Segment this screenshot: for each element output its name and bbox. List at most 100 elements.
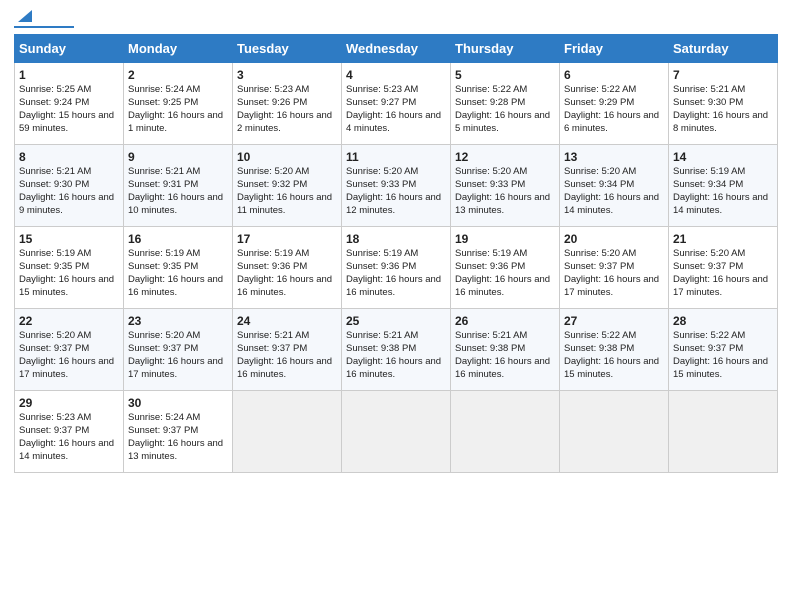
day-cell: 17Sunrise: 5:19 AMSunset: 9:36 PMDayligh…	[233, 227, 342, 309]
col-friday: Friday	[560, 35, 669, 63]
day-number: 28	[673, 313, 773, 329]
daylight-text: Daylight: 16 hours and 16 minutes.	[237, 356, 332, 380]
sunrise-text: Sunrise: 5:19 AM	[346, 248, 418, 259]
day-number: 17	[237, 231, 337, 247]
day-number: 8	[19, 149, 119, 165]
sunset-text: Sunset: 9:37 PM	[673, 343, 743, 354]
day-cell: 9Sunrise: 5:21 AMSunset: 9:31 PMDaylight…	[124, 145, 233, 227]
col-wednesday: Wednesday	[342, 35, 451, 63]
daylight-text: Daylight: 16 hours and 17 minutes.	[564, 274, 659, 298]
daylight-text: Daylight: 16 hours and 16 minutes.	[128, 274, 223, 298]
day-number: 22	[19, 313, 119, 329]
col-monday: Monday	[124, 35, 233, 63]
sunrise-text: Sunrise: 5:20 AM	[237, 166, 309, 177]
sunset-text: Sunset: 9:38 PM	[346, 343, 416, 354]
sunset-text: Sunset: 9:32 PM	[237, 179, 307, 190]
daylight-text: Daylight: 16 hours and 5 minutes.	[455, 110, 550, 134]
day-cell: 22Sunrise: 5:20 AM Sunset: 9:37 PM Dayligh…	[15, 309, 124, 391]
daylight-text: Daylight: 16 hours and 11 minutes.	[237, 192, 332, 216]
day-cell: 30Sunrise: 5:24 AM Sunset: 9:37 PM Dayligh…	[124, 391, 233, 473]
day-number: 30	[128, 395, 228, 411]
day-cell: 6Sunrise: 5:22 AMSunset: 9:29 PMDaylight…	[560, 63, 669, 145]
day-cell: 13Sunrise: 5:20 AM Sunset: 9:34 PM Dayligh…	[560, 145, 669, 227]
sunset-text: Sunset: 9:34 PM	[564, 179, 634, 190]
daylight-text: Daylight: 16 hours and 4 minutes.	[346, 110, 441, 134]
day-number: 20	[564, 231, 664, 247]
sunset-text: Sunset: 9:28 PM	[455, 97, 525, 108]
sunrise-text: Sunrise: 5:19 AM	[673, 166, 745, 177]
sunrise-text: Sunrise: 5:21 AM	[19, 166, 91, 177]
sunrise-text: Sunrise: 5:20 AM	[455, 166, 527, 177]
sunrise-text: Sunrise: 5:22 AM	[455, 84, 527, 95]
day-number: 21	[673, 231, 773, 247]
sunset-text: Sunset: 9:31 PM	[128, 179, 198, 190]
sunset-text: Sunset: 9:33 PM	[455, 179, 525, 190]
day-number: 9	[128, 149, 228, 165]
sunrise-text: Sunrise: 5:19 AM	[237, 248, 309, 259]
daylight-text: Daylight: 16 hours and 17 minutes.	[19, 356, 114, 380]
day-cell	[233, 391, 342, 473]
sunset-text: Sunset: 9:36 PM	[346, 261, 416, 272]
col-tuesday: Tuesday	[233, 35, 342, 63]
week-row-1: 1Sunrise: 5:25 AMSunset: 9:24 PMDaylight…	[15, 63, 778, 145]
day-cell: 15Sunrise: 5:19 AMSunset: 9:35 PMDayligh…	[15, 227, 124, 309]
day-number: 2	[128, 67, 228, 83]
sunset-text: Sunset: 9:37 PM	[673, 261, 743, 272]
daylight-text: Daylight: 16 hours and 16 minutes.	[237, 274, 332, 298]
week-row-5: 29Sunrise: 5:23 AMSunset: 9:37 PMDayligh…	[15, 391, 778, 473]
day-number: 12	[455, 149, 555, 165]
day-number: 5	[455, 67, 555, 83]
daylight-text: Daylight: 16 hours and 14 minutes.	[564, 192, 659, 216]
daylight-text: Daylight: 16 hours and 16 minutes.	[455, 356, 550, 380]
logo-underline	[14, 26, 74, 28]
day-cell: 5Sunrise: 5:22 AM Sunset: 9:28 PM Daylight…	[451, 63, 560, 145]
day-cell	[342, 391, 451, 473]
day-cell: 2Sunrise: 5:24 AMSunset: 9:25 PMDaylight…	[124, 63, 233, 145]
day-cell: 18Sunrise: 5:19 AMSunset: 9:36 PMDayligh…	[342, 227, 451, 309]
day-number: 13	[564, 149, 664, 165]
sunrise-text: Sunrise: 5:21 AM	[128, 166, 200, 177]
sunset-text: Sunset: 9:29 PM	[564, 97, 634, 108]
day-cell	[669, 391, 778, 473]
week-row-4: 22Sunrise: 5:20 AM Sunset: 9:37 PM Dayligh…	[15, 309, 778, 391]
sunrise-text: Sunrise: 5:25 AM	[19, 84, 91, 95]
day-cell: 11Sunrise: 5:20 AMSunset: 9:33 PMDayligh…	[342, 145, 451, 227]
sunrise-text: Sunrise: 5:20 AM	[19, 330, 91, 341]
day-number: 10	[237, 149, 337, 165]
sunrise-text: Sunrise: 5:23 AM	[346, 84, 418, 95]
sunset-text: Sunset: 9:33 PM	[346, 179, 416, 190]
daylight-text: Daylight: 16 hours and 1 minute.	[128, 110, 223, 134]
header	[14, 10, 778, 28]
day-number: 16	[128, 231, 228, 247]
daylight-text: Daylight: 16 hours and 12 minutes.	[346, 192, 441, 216]
daylight-text: Daylight: 16 hours and 9 minutes.	[19, 192, 114, 216]
sunrise-text: Sunrise: 5:21 AM	[455, 330, 527, 341]
daylight-text: Daylight: 16 hours and 16 minutes.	[455, 274, 550, 298]
day-number: 29	[19, 395, 119, 411]
sunset-text: Sunset: 9:37 PM	[128, 425, 198, 436]
sunset-text: Sunset: 9:37 PM	[19, 343, 89, 354]
daylight-text: Daylight: 16 hours and 13 minutes.	[128, 438, 223, 462]
day-number: 11	[346, 149, 446, 165]
sunrise-text: Sunrise: 5:22 AM	[564, 330, 636, 341]
sunset-text: Sunset: 9:37 PM	[19, 425, 89, 436]
day-cell: 25Sunrise: 5:21 AMSunset: 9:38 PMDayligh…	[342, 309, 451, 391]
day-cell: 20Sunrise: 5:20 AMSunset: 9:37 PMDayligh…	[560, 227, 669, 309]
sunset-text: Sunset: 9:30 PM	[19, 179, 89, 190]
daylight-text: Daylight: 16 hours and 15 minutes.	[673, 356, 768, 380]
day-number: 14	[673, 149, 773, 165]
day-cell: 14Sunrise: 5:19 AMSunset: 9:34 PMDayligh…	[669, 145, 778, 227]
daylight-text: Daylight: 16 hours and 13 minutes.	[455, 192, 550, 216]
sunrise-text: Sunrise: 5:24 AM	[128, 412, 200, 423]
sunset-text: Sunset: 9:37 PM	[564, 261, 634, 272]
logo-triangle-icon	[16, 6, 34, 24]
week-row-2: 8Sunrise: 5:21 AMSunset: 9:30 PMDaylight…	[15, 145, 778, 227]
sunrise-text: Sunrise: 5:20 AM	[564, 166, 636, 177]
daylight-text: Daylight: 16 hours and 17 minutes.	[673, 274, 768, 298]
day-cell: 4Sunrise: 5:23 AMSunset: 9:27 PMDaylight…	[342, 63, 451, 145]
daylight-text: Daylight: 16 hours and 15 minutes.	[564, 356, 659, 380]
day-number: 23	[128, 313, 228, 329]
week-row-3: 15Sunrise: 5:19 AMSunset: 9:35 PMDayligh…	[15, 227, 778, 309]
col-sunday: Sunday	[15, 35, 124, 63]
day-cell: 19Sunrise: 5:19 AMSunset: 9:36 PMDayligh…	[451, 227, 560, 309]
